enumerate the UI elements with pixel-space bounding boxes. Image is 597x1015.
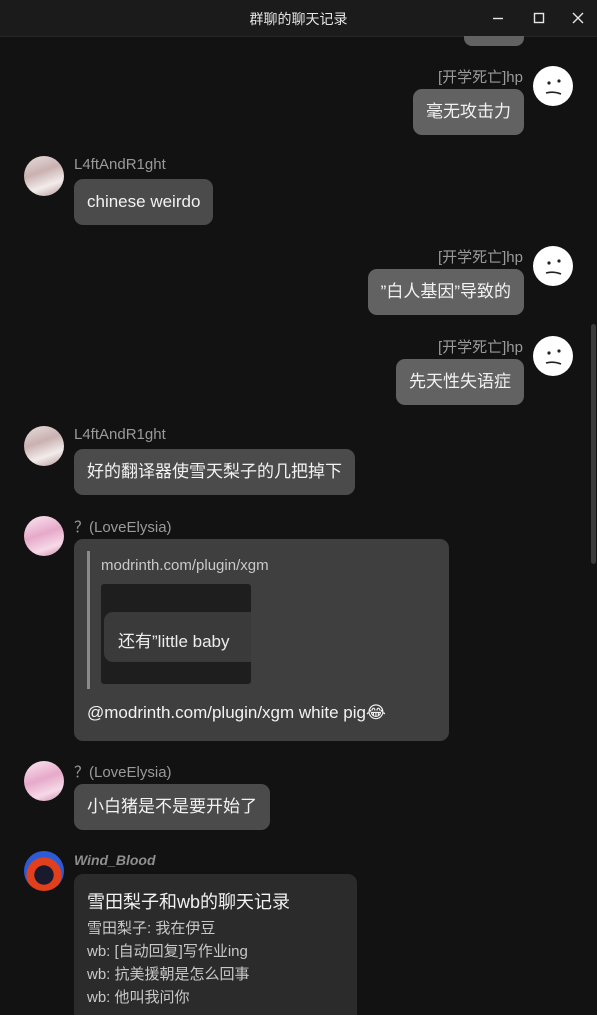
minimize-button[interactable] [478,0,518,36]
card-line: wb: 抗美援朝是怎么回事 [87,966,250,983]
avatar[interactable] [24,761,64,801]
avatar[interactable] [533,66,573,106]
sender-name: L4ftAndR1ght [74,156,166,173]
reply-text: @modrinth.com/plugin/xgm white pig😂 [87,703,386,723]
close-icon [572,12,584,24]
sender-name: [开学死亡]hp [437,69,523,86]
card-line: 雪田梨子: 我在伊豆 [87,920,216,937]
close-button[interactable] [558,0,597,36]
sender-name: [开学死亡]hp [437,339,523,356]
avatar[interactable] [24,851,64,891]
forwarded-chat-card[interactable]: 雪田梨子和wb的聊天记录 雪田梨子: 我在伊豆 wb: [自动回复]写作业ing… [74,874,357,1015]
quote-text: 还有”little baby [118,632,230,651]
neutral-face-icon [545,259,562,275]
message-bubble[interactable]: 好的翻译器使雪天梨子的几把掉下 [74,449,355,495]
quote-preview[interactable]: 还有”little baby [101,584,251,684]
avatar[interactable] [533,336,573,376]
neutral-face-icon [545,79,562,95]
reply-message-bubble[interactable]: modrinth.com/plugin/xgm 还有”little baby @… [74,539,449,741]
message-bubble[interactable]: 小白猪是不是要开始了 [74,784,270,830]
avatar[interactable] [24,426,64,466]
card-line: wb: [自动回复]写作业ing [87,943,248,960]
avatar[interactable] [24,156,64,196]
sender-name: ？(LoveElysia) [74,519,172,536]
maximize-button[interactable] [519,0,559,36]
sender-name: L4ftAndR1ght [74,426,166,443]
reply-text-content: @modrinth.com/plugin/xgm white pig [87,703,366,722]
message-bubble[interactable]: chinese weirdo [74,179,214,225]
maximize-icon [533,12,545,24]
neutral-face-icon [545,349,562,365]
avatar[interactable] [24,516,64,556]
message-bubble[interactable]: 毫无攻击力 [413,89,524,135]
scrollbar-thumb[interactable] [591,324,596,564]
avatar[interactable] [533,246,573,286]
quote-author: modrinth.com/plugin/xgm [101,557,269,574]
card-line: wb: 他叫我问你 [87,989,190,1006]
minimize-icon [493,17,503,20]
sender-name: Wind_Blood [74,852,156,868]
title-bar: 群聊的聊天记录 [0,0,597,37]
sender-name: ？(LoveElysia) [74,764,172,781]
quote-bar [87,551,90,689]
sender-name: [开学死亡]hp [437,249,523,266]
card-title: 雪田梨子和wb的聊天记录 [87,892,291,912]
partial-message-bubble [464,36,524,46]
message-bubble[interactable]: 先天性失语症 [396,359,524,405]
chat-history[interactable]: [开学死亡]hp 毫无攻击力 L4ftAndR1ght chinese weir… [0,36,597,1015]
laughing-emoji-icon: 😂 [366,703,386,722]
message-bubble[interactable]: ”白人基因”导致的 [367,269,524,315]
